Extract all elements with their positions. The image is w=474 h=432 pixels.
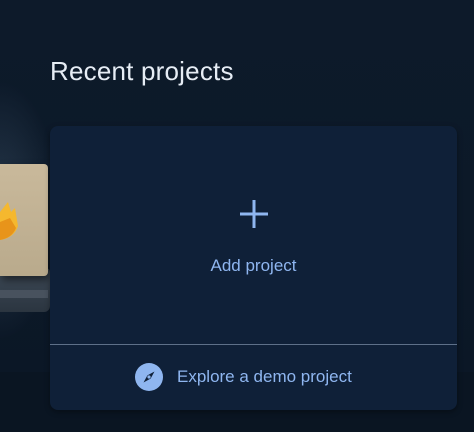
add-project-button[interactable]: Add project — [50, 126, 457, 344]
add-project-label: Add project — [210, 256, 297, 275]
project-card: Add project Explore a demo project — [50, 126, 457, 410]
page-title: Recent projects — [50, 56, 234, 86]
compass-icon — [135, 363, 163, 391]
explore-demo-project-button[interactable]: Explore a demo project — [50, 345, 457, 410]
plus-icon — [240, 200, 268, 228]
flame-icon — [0, 202, 18, 240]
explore-demo-project-label: Explore a demo project — [177, 367, 352, 386]
illustration-platform-edge — [0, 290, 48, 298]
